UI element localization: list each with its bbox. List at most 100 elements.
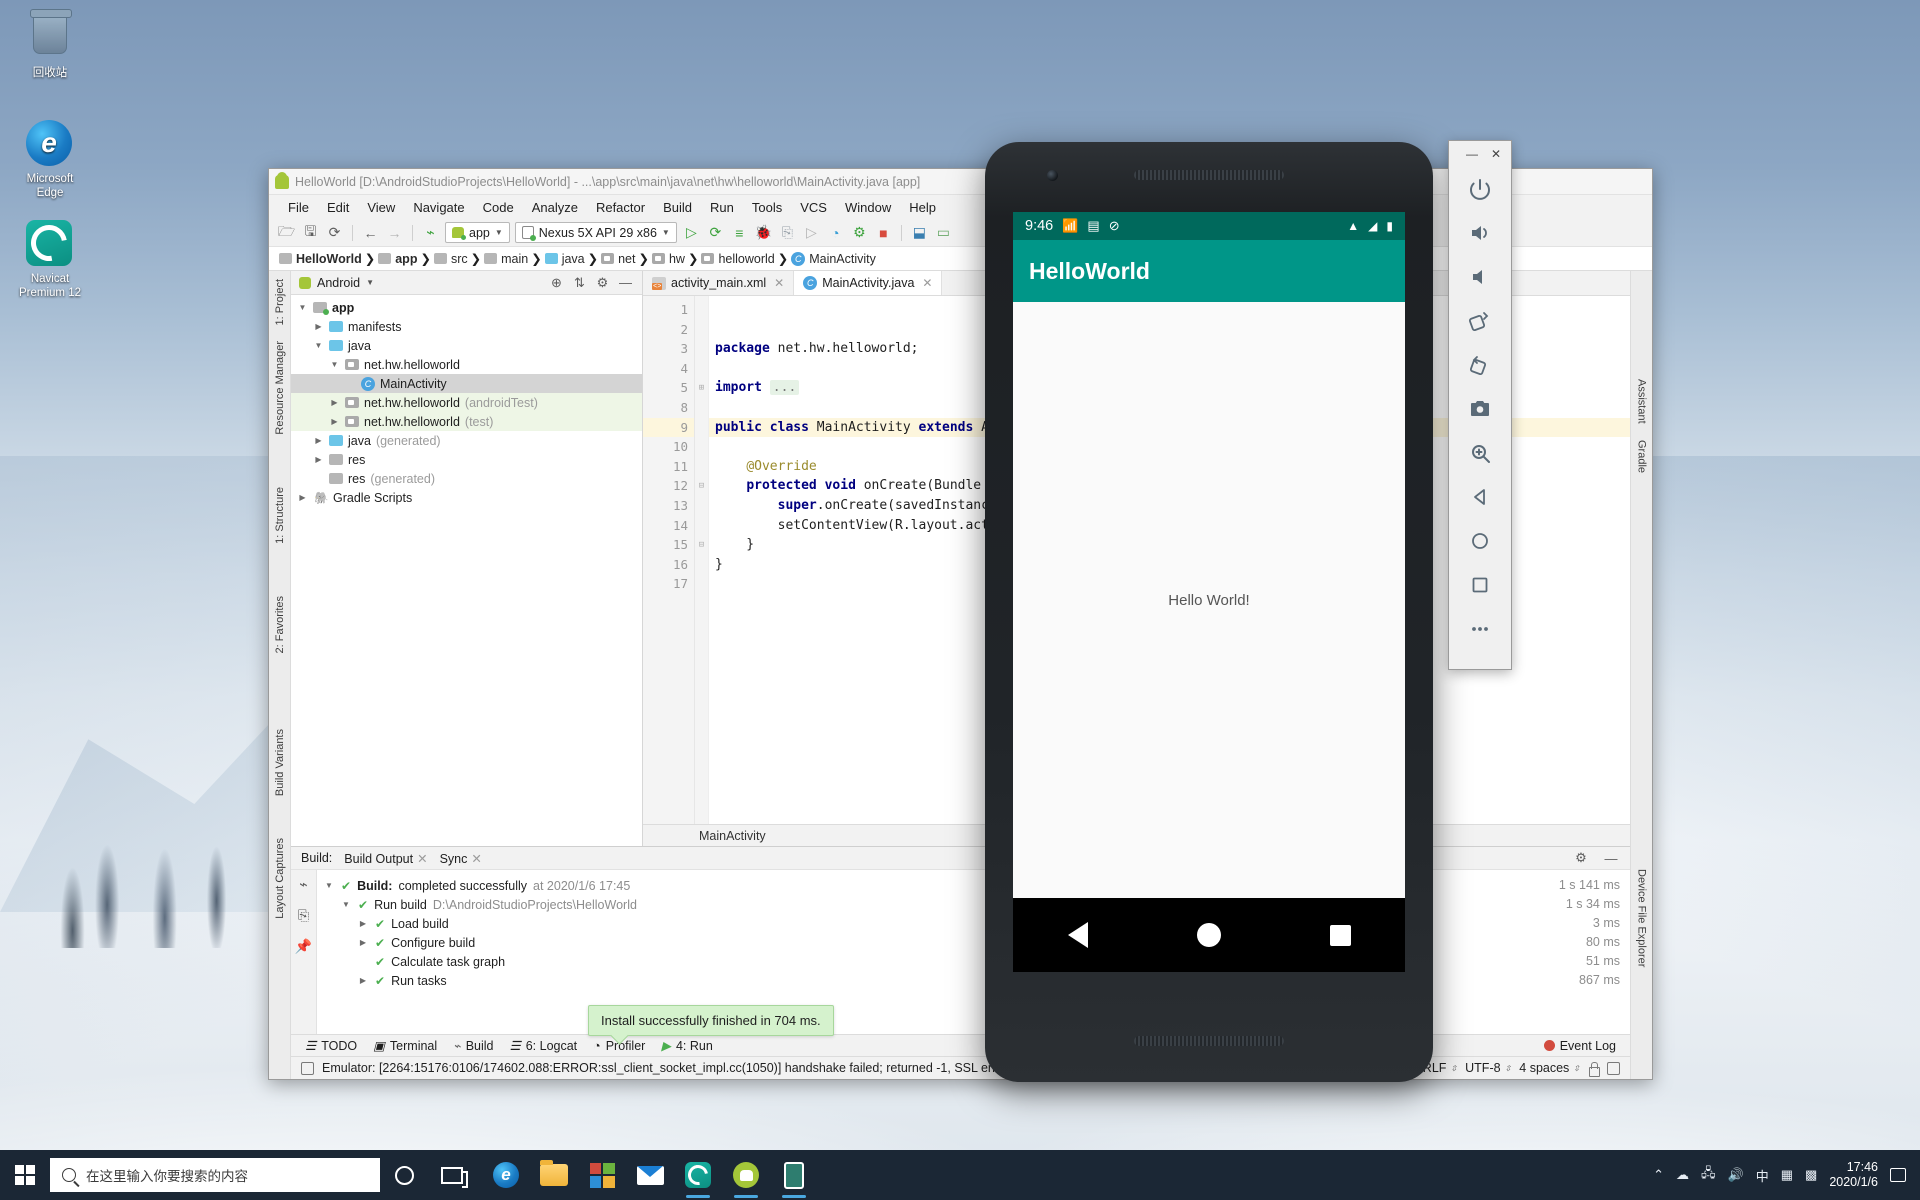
locate-icon[interactable]: ⊕ — [548, 274, 565, 291]
taskbar-apps[interactable]: e — [482, 1150, 818, 1200]
sidebar-item-structure[interactable]: 1: Structure — [272, 479, 288, 552]
breadcrumb-item-src[interactable]: src — [433, 252, 468, 266]
code-folding-gutter[interactable]: ⊞ ⊟ ⊟ — [695, 296, 709, 824]
fold-marker[interactable] — [695, 398, 708, 418]
tree-item[interactable]: ▼ net.hw.helloworld — [291, 355, 642, 374]
menu-run[interactable]: Run — [701, 198, 743, 217]
lock-icon[interactable] — [1588, 1061, 1600, 1077]
onedrive-icon[interactable]: ☁ — [1676, 1167, 1689, 1183]
run-gray-icon[interactable]: ▷ — [802, 223, 821, 242]
menu-view[interactable]: View — [358, 198, 404, 217]
back-arrow-icon[interactable]: ← — [361, 223, 380, 242]
tree-item[interactable]: ▶ res — [291, 450, 642, 469]
notifications-icon[interactable] — [1890, 1168, 1906, 1182]
ide-menubar[interactable]: File Edit View Navigate Code Analyze Ref… — [269, 195, 1652, 219]
menu-help[interactable]: Help — [900, 198, 945, 217]
menu-code[interactable]: Code — [474, 198, 523, 217]
menu-edit[interactable]: Edit — [318, 198, 358, 217]
tree-item[interactable]: ▶ net.hw.helloworld (androidTest) — [291, 393, 642, 412]
android-studio-window[interactable]: HelloWorld [D:\AndroidStudioProjects\Hel… — [268, 168, 1653, 1080]
project-view-selector[interactable]: Android — [317, 276, 360, 290]
tab-build-output[interactable]: Build Output ✕ — [344, 851, 427, 866]
volume-icon[interactable]: 🔊 — [1728, 1167, 1744, 1183]
network-icon[interactable]: 🖧 — [1701, 1164, 1716, 1186]
screenshot-icon[interactable] — [1458, 387, 1502, 431]
build-expand-arrow[interactable]: ▼ — [340, 900, 352, 909]
recents-button[interactable] — [1329, 924, 1351, 946]
home-button[interactable] — [1196, 923, 1221, 947]
more-icon[interactable] — [1458, 607, 1502, 651]
pin-icon[interactable]: 📌 — [295, 938, 312, 955]
tree-item[interactable]: ▶ manifests — [291, 317, 642, 336]
fold-marker[interactable] — [695, 437, 708, 457]
rotate-right-icon[interactable] — [1458, 343, 1502, 387]
build-expand-arrow[interactable]: ▶ — [357, 938, 369, 947]
tool-tab-build[interactable]: ⌁ Build — [453, 1038, 493, 1054]
breadcrumb-item-helloworld[interactable]: HelloWorld — [279, 252, 362, 266]
show-hidden-icons-icon[interactable]: ⌃ — [1653, 1167, 1664, 1183]
breadcrumb-item-hw[interactable]: hw — [651, 252, 685, 266]
menu-build[interactable]: Build — [654, 198, 701, 217]
ime-icon[interactable]: 中 — [1756, 1166, 1769, 1185]
tree-item[interactable]: ▼ app — [291, 298, 642, 317]
fold-marker[interactable]: ⊟ — [695, 535, 708, 555]
tool-tab-run[interactable]: ▶ 4: Run — [661, 1038, 712, 1054]
fold-marker[interactable]: ⊟ — [695, 476, 708, 496]
fold-marker[interactable] — [695, 496, 708, 516]
tab-mainactivity-java[interactable]: C MainActivity.java ✕ — [794, 271, 943, 295]
taskbar-app-navicat[interactable] — [674, 1150, 722, 1200]
menu-tools[interactable]: Tools — [743, 198, 791, 217]
taskbar-app-file-explorer[interactable] — [530, 1150, 578, 1200]
gear-icon[interactable]: ⚙ — [594, 274, 611, 291]
sidebar-item-layout-captures[interactable]: Layout Captures — [272, 830, 288, 927]
fold-marker[interactable] — [695, 300, 708, 320]
tree-expand-arrow[interactable]: ▶ — [297, 493, 308, 502]
fold-marker[interactable] — [695, 418, 708, 438]
tab-sync[interactable]: Sync ✕ — [440, 851, 482, 866]
breadcrumb-item-net[interactable]: net — [601, 252, 636, 266]
clock[interactable]: 17:46 2020/1/6 — [1829, 1160, 1878, 1190]
hide-icon[interactable]: — — [1602, 849, 1620, 867]
tree-expand-arrow[interactable]: ▶ — [329, 398, 340, 407]
volume-up-icon[interactable] — [1458, 211, 1502, 255]
tool-tab-todo[interactable]: ☰ TODO — [305, 1038, 357, 1054]
tree-item[interactable]: ▼ java — [291, 336, 642, 355]
task-view-button[interactable] — [428, 1150, 476, 1200]
run-icon[interactable]: ▷ — [682, 223, 701, 242]
sidebar-item-gradle[interactable]: Gradle — [1634, 432, 1650, 481]
sidebar-item-assistant[interactable]: Assistant — [1634, 371, 1650, 432]
search-input[interactable]: 在这里输入你要搜索的内容 — [50, 1158, 380, 1192]
breadcrumb-item-main[interactable]: main — [484, 252, 528, 266]
tree-expand-arrow[interactable]: ▼ — [297, 303, 308, 312]
fold-marker[interactable] — [695, 516, 708, 536]
apply-changes-icon[interactable]: ⟳ — [706, 223, 725, 242]
fold-marker[interactable] — [695, 339, 708, 359]
attach-debugger-icon[interactable]: ⎘ — [778, 223, 797, 242]
build-expand-arrow[interactable]: ▶ — [357, 919, 369, 928]
notifications-icon[interactable] — [1607, 1061, 1620, 1075]
tray-app2-icon[interactable]: ▩ — [1805, 1167, 1817, 1183]
power-icon[interactable] — [1458, 167, 1502, 211]
left-tool-rail[interactable]: 1: Project Resource Manager 1: Structure… — [269, 271, 291, 1079]
tray-app-icon[interactable]: ▦ — [1781, 1167, 1793, 1183]
restart-icon[interactable]: ⎘ — [298, 907, 309, 924]
menu-analyze[interactable]: Analyze — [523, 198, 587, 217]
volume-down-icon[interactable] — [1458, 255, 1502, 299]
build-hammer-icon[interactable]: ⌁ — [421, 223, 440, 242]
hide-icon[interactable]: — — [617, 274, 634, 291]
system-tray[interactable]: ⌃ ☁ 🖧 🔊 中 ▦ ▩ 17:46 2020/1/6 — [1653, 1160, 1920, 1190]
fold-marker[interactable]: ⊞ — [695, 378, 708, 398]
zoom-icon[interactable] — [1458, 431, 1502, 475]
desktop-icon-recycle-bin[interactable]: 回收站 — [4, 10, 96, 80]
save-icon[interactable]: 🖫 — [301, 223, 320, 242]
sidebar-item-favorites[interactable]: 2: Favorites — [272, 588, 288, 661]
stop-icon[interactable]: ■ — [874, 223, 893, 242]
right-tool-rail[interactable]: Assistant Gradle Device File Explorer — [1630, 271, 1652, 1079]
emulator-toolbar[interactable]: — ✕ — [1448, 140, 1512, 670]
menu-file[interactable]: File — [279, 198, 318, 217]
build-expand-arrow[interactable]: ▶ — [357, 976, 369, 985]
hammer-icon[interactable]: ⌁ — [299, 876, 307, 893]
profiler-icon[interactable]: ◔ — [826, 223, 845, 242]
ide-toolbar[interactable]: 🗁 🖫 ⟳ ← → ⌁ app ▼ Nexus 5X API 29 x86 ▼ … — [269, 219, 1652, 247]
taskbar-app-android-emulator[interactable] — [770, 1150, 818, 1200]
